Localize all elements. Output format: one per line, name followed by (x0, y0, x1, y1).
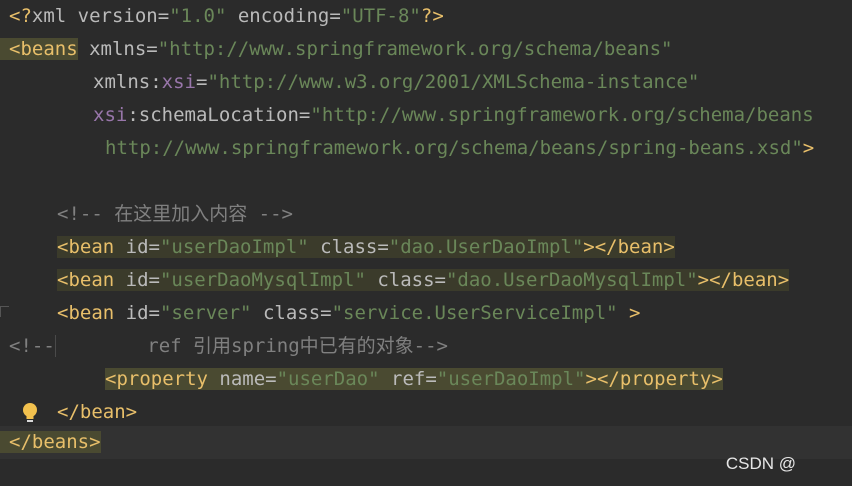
attr-id: id (114, 302, 149, 324)
equals: = (148, 269, 160, 291)
code-line-12[interactable]: <property name="userDao" ref="userDaoImp… (0, 363, 852, 396)
tag-close: > (802, 137, 815, 159)
attr-id: id (114, 269, 149, 291)
equals: = (320, 302, 332, 324)
beans-open-tag: <beans (0, 38, 78, 60)
xml-decl-close: ?> (420, 5, 444, 27)
code-line-13[interactable]: </bean> (0, 396, 852, 429)
attr-ref: ref (379, 368, 426, 390)
value-schema-location: "http://www.springframework.org/schema/b… (310, 104, 814, 126)
code-line-7[interactable]: <!-- 在这里加入内容 --> (0, 198, 852, 231)
attr-schema-location: :schemaLocation (127, 104, 299, 126)
comment-open: <!-- (9, 335, 55, 357)
code-line-9[interactable]: <bean id="userDaoMysqlImpl" class="dao.U… (0, 264, 852, 297)
equals: = (157, 5, 170, 27)
bean-open-tag: <bean (57, 269, 115, 291)
equals: = (434, 269, 446, 291)
value-ref: "userDaoImpl" (436, 368, 586, 390)
equals: = (148, 236, 160, 258)
xml-decl-open: <? (9, 5, 32, 27)
attr-class: class (365, 269, 435, 291)
attr-version: version (77, 5, 158, 27)
code-line-1[interactable]: <?xml version="1.0" encoding="UTF-8"?> (0, 0, 852, 33)
code-line-4[interactable]: xsi:schemaLocation="http://www.springfra… (0, 99, 852, 132)
code-line-10[interactable]: <bean id="server" class="service.UserSer… (0, 297, 852, 330)
code-line-3[interactable]: xmlns:xsi="http://www.w3.org/2001/XMLSch… (0, 66, 852, 99)
comment: <!-- 在这里加入内容 --> (57, 203, 293, 225)
value-encoding: "UTF-8" (340, 5, 421, 27)
xml-keyword: xml (31, 5, 78, 27)
bean-open-tag: <bean (57, 236, 115, 258)
equals: = (329, 5, 341, 27)
namespace-xsi: xsi (93, 104, 128, 126)
value-version: "1.0" (169, 5, 227, 27)
attr-name: name (207, 368, 266, 390)
code-line-5[interactable]: http://www.springframework.org/schema/be… (0, 132, 852, 165)
comment: ref 引用spring中已有的对象--> (54, 335, 448, 357)
bean-close-tag: ></bean> (697, 269, 790, 291)
code-line-2[interactable]: <beans xmlns="http://www.springframework… (0, 33, 852, 66)
attr-class: class (308, 236, 378, 258)
attr-xmlns: xmlns (77, 38, 147, 60)
equals: = (377, 236, 389, 258)
bean-open-tag: <bean (57, 302, 115, 324)
attr-class: class (251, 302, 321, 324)
equals: = (146, 38, 158, 60)
attr-encoding: encoding (226, 5, 330, 27)
code-line-14[interactable]: </beans> (0, 426, 852, 459)
namespace-xsi: xsi (161, 71, 196, 93)
attr-xmlns: xmlns (93, 71, 151, 93)
value-xsi: "http://www.w3.org/2001/XMLSchema-instan… (207, 71, 700, 93)
value-name: "userDao" (276, 368, 380, 390)
attr-id: id (114, 236, 149, 258)
beans-end-tag: </beans> (0, 431, 101, 453)
equals: = (425, 368, 437, 390)
equals: = (298, 104, 311, 126)
equals: = (195, 71, 208, 93)
value-class: "dao.UserDaoMysqlImpl" (445, 269, 698, 291)
watermark: CSDN @ (725, 454, 796, 473)
code-line-8[interactable]: <bean id="userDaoImpl" class="dao.UserDa… (0, 231, 852, 264)
value-schema-location-cont: http://www.springframework.org/schema/be… (105, 137, 803, 159)
value-class: "service.UserServiceImpl" (331, 302, 618, 324)
value-class: "dao.UserDaoImpl" (388, 236, 584, 258)
property-open-tag: <property (105, 368, 208, 390)
colon: : (150, 71, 162, 93)
bean-end-tag: </bean> (57, 401, 138, 423)
equals: = (148, 302, 160, 324)
code-line-6[interactable] (0, 165, 852, 198)
value-id: "userDaoMysqlImpl" (159, 269, 366, 291)
bean-close-tag: ></bean> (583, 236, 675, 258)
tag-close: > (617, 302, 641, 324)
code-editor[interactable]: <?xml version="1.0" encoding="UTF-8"?> <… (0, 0, 852, 486)
value-xmlns: "http://www.springframework.org/schema/b… (157, 38, 673, 60)
equals: = (265, 368, 277, 390)
lightbulb-icon[interactable] (20, 402, 40, 424)
value-id: "userDaoImpl" (159, 236, 309, 258)
code-line-11[interactable]: <!-- ref 引用spring中已有的对象--> (0, 330, 852, 363)
value-id: "server" (159, 302, 252, 324)
property-close-tag: ></property> (585, 368, 723, 390)
